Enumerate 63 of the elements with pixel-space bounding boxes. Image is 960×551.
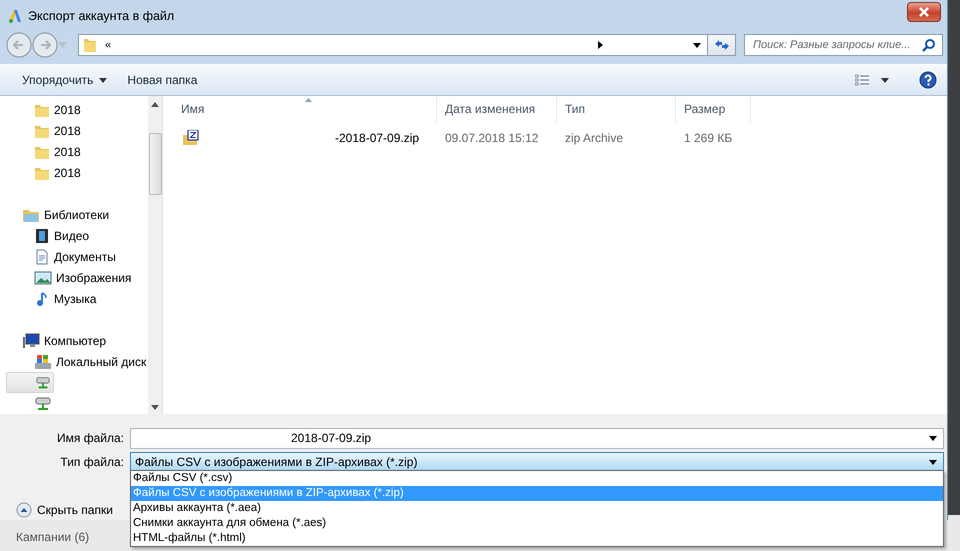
new-folder-button[interactable]: Новая папка <box>117 70 208 90</box>
sidebar-item[interactable]: Изображения <box>6 267 134 288</box>
help-icon[interactable] <box>919 71 937 89</box>
scroll-up-icon[interactable] <box>151 102 160 107</box>
sort-caret-icon <box>304 98 312 102</box>
column-header[interactable]: Дата изменения <box>437 96 557 122</box>
sidebar-item[interactable]: Музыка <box>6 288 98 309</box>
folder-icon <box>83 37 97 53</box>
tab-label: Кампании (6) <box>16 530 90 544</box>
field-label: Имя файла: <box>56 431 125 445</box>
file-type-dropdown[interactable]: Файлы CSV с изображениями в ZIP-архивах (*.zip) <box>130 452 944 472</box>
window-title: Экспорт аккаунта в файл <box>28 9 174 23</box>
caret-icon[interactable] <box>881 78 889 82</box>
sidebar-item[interactable]: Видео <box>6 225 92 246</box>
close-button[interactable] <box>907 2 941 22</box>
breadcrumb-chevron[interactable]: « <box>105 39 112 51</box>
dropdown-option[interactable]: Снимки аккаунта для обмена (*.aes) <box>131 516 943 531</box>
caret-icon[interactable] <box>693 42 701 48</box>
film-icon <box>34 228 50 244</box>
field-label: Тип файла: <box>59 455 125 469</box>
address-bar[interactable]: « <box>78 34 708 56</box>
network-drive-icon <box>34 396 52 412</box>
column-header[interactable]: Размер <box>676 96 751 122</box>
column-header[interactable]: Тип <box>557 96 676 122</box>
search-icon[interactable] <box>922 38 936 52</box>
dropdown-option[interactable]: Архивы аккаунта (*.aea) <box>131 501 943 516</box>
search-field[interactable]: Поиск: Разные запросы клие... <box>744 34 943 56</box>
sidebar-item[interactable]: 2018 <box>6 162 83 183</box>
organize-menu-button[interactable]: Упорядочить <box>12 70 118 90</box>
scroll-down-icon[interactable] <box>151 405 160 410</box>
landscape-image-icon <box>34 270 52 286</box>
drive-icon <box>34 354 52 370</box>
sidebar-item[interactable] <box>6 372 54 393</box>
network-drive-icon <box>35 374 51 390</box>
file-name-field[interactable]: 2018-07-09.zip <box>130 428 944 448</box>
sidebar-item[interactable]: Документы <box>6 246 118 267</box>
list-view-icon[interactable] <box>855 74 869 86</box>
sidebar-item[interactable]: Локальный диск <box>6 351 148 372</box>
zip-file-icon <box>183 130 199 146</box>
close-icon <box>918 7 930 17</box>
column-header[interactable]: Имя <box>173 96 437 122</box>
table-cell-text: 1 269 КБ <box>683 131 734 145</box>
caret-icon <box>99 78 108 82</box>
sidebar-item[interactable]: 2018 <box>6 141 83 162</box>
table-cell-text: 09.07.2018 15:12 <box>444 131 540 145</box>
caret-icon[interactable] <box>929 436 937 440</box>
caret-icon[interactable] <box>929 460 937 464</box>
document-icon <box>34 248 50 264</box>
file-name[interactable]: -2018-07-09.zip <box>335 131 420 145</box>
hide-folders-button[interactable]: Скрыть папки <box>14 500 115 520</box>
arrow-right-icon[interactable] <box>598 41 603 49</box>
refresh-icon <box>714 39 730 51</box>
sidebar-item[interactable]: 2018 <box>6 99 83 120</box>
sidebar-item[interactable]: Библиотеки <box>6 204 112 225</box>
computer-icon <box>22 332 40 348</box>
sidebar-item[interactable]: 2018 <box>6 120 83 141</box>
refresh-button[interactable] <box>708 34 736 56</box>
dropdown-option[interactable]: Файлы CSV (*.csv) <box>131 471 943 486</box>
app-logo-icon <box>8 9 22 23</box>
table-cell-text: zip Archive <box>564 131 624 145</box>
scrollbar-thumb[interactable] <box>148 133 162 195</box>
sidebar-item[interactable]: Компьютер <box>6 330 108 351</box>
dropdown-option[interactable]: HTML-файлы (*.html) <box>131 531 943 546</box>
